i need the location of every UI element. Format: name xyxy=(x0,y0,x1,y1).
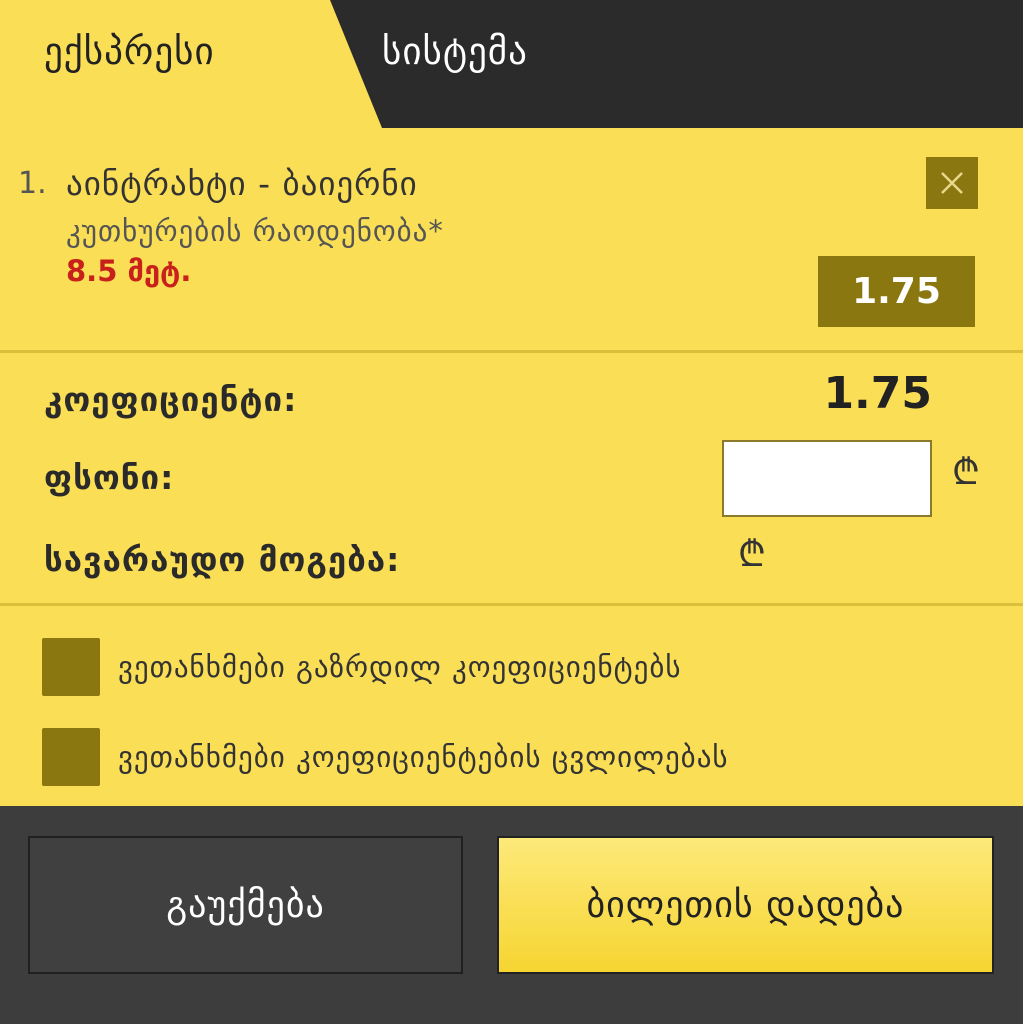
bet-odd: 1.75 xyxy=(818,256,975,327)
close-icon xyxy=(941,172,963,194)
bet-type-tabs: ექსპრესი სისტემა xyxy=(0,0,1023,128)
divider xyxy=(0,603,1023,606)
bet-item: 1. აინტრახტი - ბაიერნი კუთხურების რაოდენ… xyxy=(0,128,1023,352)
accept-odds-change-label: ვეთანხმები კოეფიციენტების ცვლილებას xyxy=(118,740,729,774)
lari-icon: ₾ xyxy=(952,452,980,493)
accept-higher-odds-label: ვეთანხმები გაზრდილ კოეფიციენტებს xyxy=(118,650,682,684)
coefficient-label: კოეფიციენტი: xyxy=(44,380,298,419)
stake-input[interactable] xyxy=(722,440,932,517)
stake-label: ფსონი: xyxy=(44,458,175,497)
lari-icon: ₾ xyxy=(738,534,766,575)
cancel-button[interactable]: გაუქმება xyxy=(28,836,463,974)
tab-express[interactable]: ექსპრესი xyxy=(44,30,215,73)
bet-line: 8.5 მეტ. xyxy=(66,254,192,288)
remove-bet-button[interactable] xyxy=(926,157,978,209)
tab-system[interactable]: სისტემა xyxy=(382,30,528,73)
coefficient-value: 1.75 xyxy=(823,368,932,419)
accept-odds-change-option[interactable]: ვეთანხმები კოეფიციენტების ცვლილებას xyxy=(42,728,1002,786)
possible-win-label: სავარაუდო მოგება: xyxy=(44,540,401,579)
accept-higher-odds-option[interactable]: ვეთანხმები გაზრდილ კოეფიციენტებს xyxy=(42,638,1002,696)
market-name: კუთხურების რაოდენობა* xyxy=(66,214,444,248)
accept-higher-odds-checkbox[interactable] xyxy=(42,638,100,696)
accept-odds-change-checkbox[interactable] xyxy=(42,728,100,786)
bet-number: 1. xyxy=(18,166,47,201)
footer-bar: გაუქმება ბილეთის დადება xyxy=(0,806,1023,1024)
match-title: აინტრახტი - ბაიერნი xyxy=(66,164,418,203)
place-bet-button[interactable]: ბილეთის დადება xyxy=(497,836,994,974)
divider xyxy=(0,350,1023,353)
